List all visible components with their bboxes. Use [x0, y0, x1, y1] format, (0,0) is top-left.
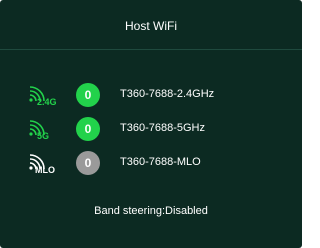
svg-text:MLO: MLO [35, 165, 55, 175]
client-count-badge[interactable]: 0 [76, 83, 100, 107]
host-wifi-panel: Host WiFi 2.4G 0 T360-7688-2.4GHz 5G 0 T… [0, 0, 302, 248]
band-row-5ghz[interactable]: 5G 0 T360-7688-5GHz [0, 112, 302, 146]
client-count-badge[interactable]: 0 [76, 151, 100, 175]
wifi-2-4ghz-icon: 2.4G [26, 81, 70, 109]
ssid-label: T360-7688-2.4GHz [120, 88, 215, 100]
band-list: 2.4G 0 T360-7688-2.4GHz 5G 0 T360-7688-5… [0, 78, 302, 180]
panel-title: Host WiFi [125, 18, 177, 33]
band-row-mlo[interactable]: MLO 0 T360-7688-MLO [0, 146, 302, 180]
wifi-5ghz-icon: 5G [26, 115, 70, 143]
svg-text:5G: 5G [37, 131, 49, 141]
ssid-label: T360-7688-MLO [120, 156, 201, 168]
ssid-label: T360-7688-5GHz [120, 122, 205, 134]
svg-text:2.4G: 2.4G [37, 97, 57, 107]
band-steering-status: Band steering:Disabled [94, 205, 208, 217]
wifi-mlo-icon: MLO [26, 149, 70, 177]
panel-header: Host WiFi [0, 0, 302, 50]
band-row-2-4ghz[interactable]: 2.4G 0 T360-7688-2.4GHz [0, 78, 302, 112]
client-count-badge[interactable]: 0 [76, 117, 100, 141]
